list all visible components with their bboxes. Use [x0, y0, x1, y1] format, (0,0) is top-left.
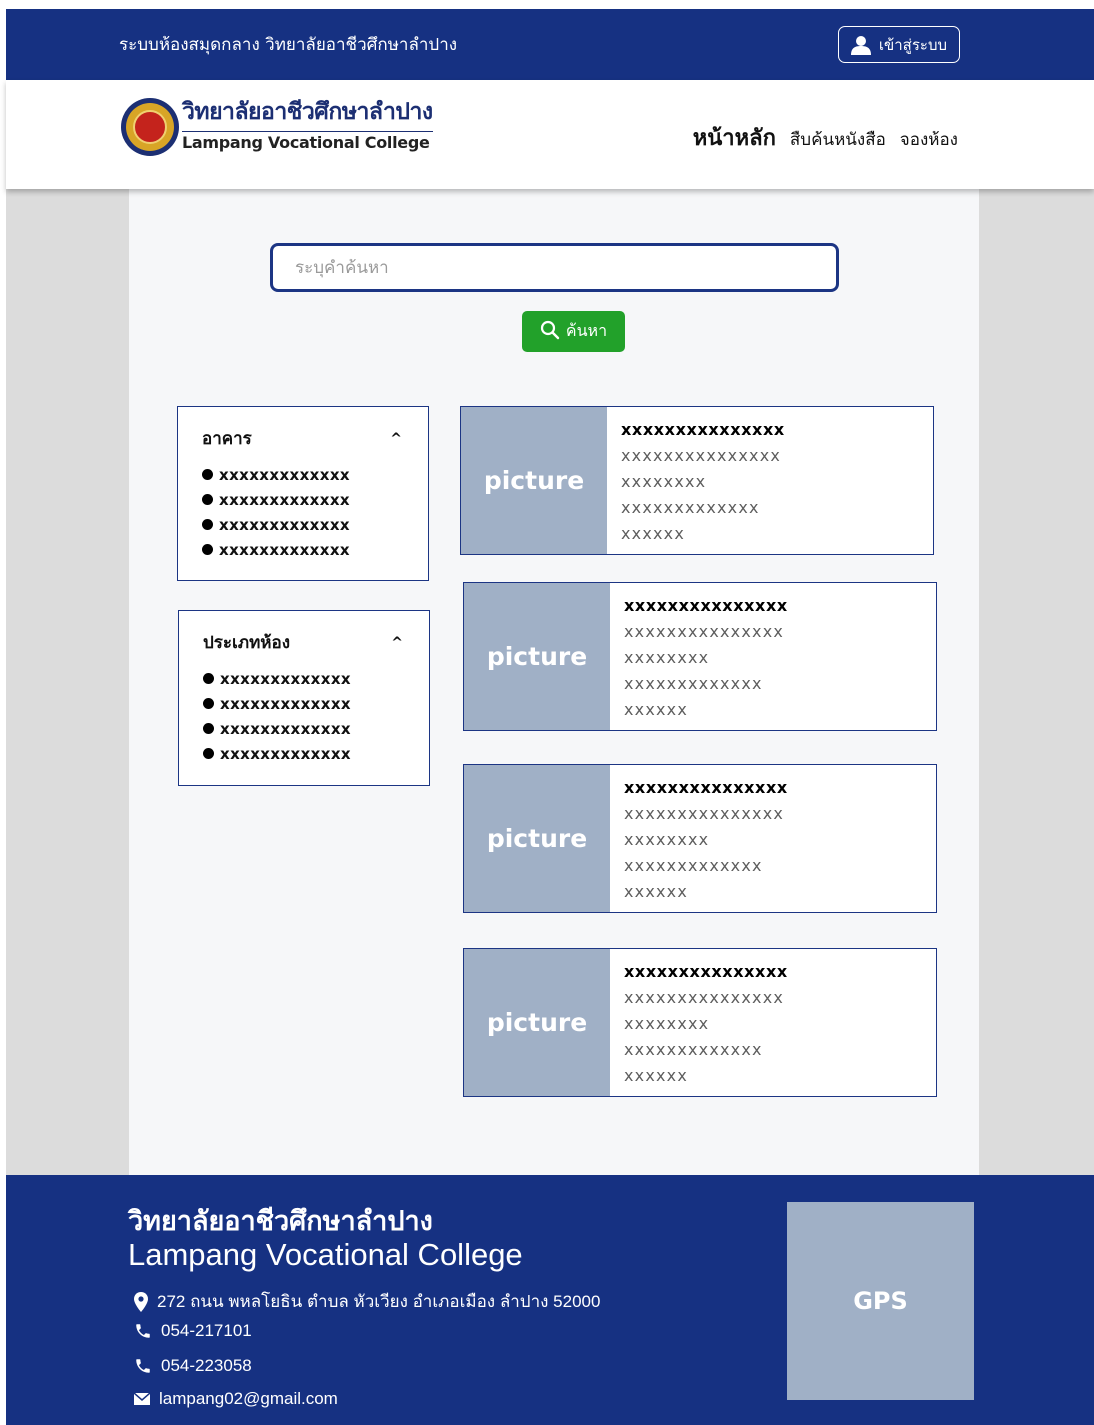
- search-input[interactable]: [270, 243, 839, 292]
- room-type-filter-panel: ประเภทห้อง ^ xxxxxxxxxxxxx xxxxxxxxxxxxx…: [178, 610, 430, 786]
- search-icon: [540, 320, 560, 344]
- site-footer: วิทยาลัยอาชีวศึกษาลำปาง Lampang Vocation…: [6, 1175, 1094, 1425]
- footer-address: 272 ถนน พหลโยธิน ตำบล หัวเวียง อำเภอเมือ…: [134, 1288, 600, 1315]
- logo-name-en[interactable]: Lampang Vocational College: [182, 133, 430, 152]
- result-picture: picture: [461, 407, 607, 554]
- logo-name-th[interactable]: วิทยาลัยอาชีวศึกษาลำปาง: [182, 94, 433, 132]
- footer-name-th: วิทยาลัยอาชีวศึกษาลำปาง: [128, 1206, 433, 1237]
- result-picture: picture: [464, 949, 610, 1096]
- bullet-icon: [203, 673, 214, 684]
- nav-search-books[interactable]: สืบค้นหนังสือ: [790, 126, 886, 153]
- result-detail: xxxxxxxxxxxxx: [624, 1040, 763, 1059]
- result-card[interactable]: picture xxxxxxxxxxxxxxx xxxxxxxxxxxxxxx …: [463, 948, 937, 1097]
- collapse-caret-icon[interactable]: ^: [390, 431, 402, 447]
- email-text[interactable]: lampang02@gmail.com: [159, 1389, 338, 1409]
- phone-icon: [134, 1322, 152, 1340]
- login-label: เข้าสู่ระบบ: [878, 35, 947, 54]
- result-title: xxxxxxxxxxxxxxx: [624, 596, 788, 615]
- address-text: 272 ถนน พหลโยธิน ตำบล หัวเวียง อำเภอเมือ…: [157, 1292, 601, 1311]
- filter-item-label: xxxxxxxxxxxxx: [220, 669, 351, 688]
- result-detail: xxxxxxxxxxxxxxx: [624, 804, 785, 823]
- result-detail: xxxxxxxx: [624, 1014, 710, 1033]
- result-title: xxxxxxxxxxxxxxx: [621, 420, 785, 439]
- user-icon: [850, 35, 871, 55]
- gps-map-placeholder[interactable]: GPS: [787, 1202, 974, 1400]
- result-title: xxxxxxxxxxxxxxx: [624, 778, 788, 797]
- result-detail: xxxxxxxx: [621, 472, 707, 491]
- search-button-label: ค้นหา: [565, 321, 608, 340]
- result-detail: xxxxxxxx: [624, 648, 710, 667]
- phone-2-text[interactable]: 054-223058: [161, 1356, 252, 1376]
- main-nav: หน้าหลัก สืบค้นหนังสือ จองห้อง: [693, 120, 958, 155]
- result-detail: xxxxxxxxxxxxxxx: [624, 622, 785, 641]
- result-detail: xxxxxxxxxxxxxxx: [624, 988, 785, 1007]
- result-detail: xxxxxxxxxxxxx: [624, 856, 763, 875]
- result-picture: picture: [464, 765, 610, 912]
- building-filter-title: อาคาร: [202, 429, 252, 449]
- result-detail: xxxxxx: [624, 882, 689, 901]
- filter-item-label: xxxxxxxxxxxxx: [220, 694, 351, 713]
- bullet-icon: [202, 469, 213, 480]
- room-type-filter-item[interactable]: xxxxxxxxxxxxx: [203, 691, 403, 716]
- bullet-icon: [202, 494, 213, 505]
- collapse-caret-icon[interactable]: ^: [391, 635, 403, 651]
- building-filter-item[interactable]: xxxxxxxxxxxxx: [202, 462, 402, 487]
- building-filter-panel: อาคาร ^ xxxxxxxxxxxxx xxxxxxxxxxxxx xxxx…: [177, 406, 429, 581]
- result-detail: xxxxxx: [624, 700, 689, 719]
- filter-item-label: xxxxxxxxxxxxx: [219, 465, 350, 484]
- building-filter-item[interactable]: xxxxxxxxxxxxx: [202, 512, 402, 537]
- phone-1-text[interactable]: 054-217101: [161, 1321, 252, 1341]
- footer-name-en: Lampang Vocational College: [128, 1237, 523, 1272]
- bullet-icon: [202, 519, 213, 530]
- footer-phone-1: 054-217101: [134, 1321, 252, 1341]
- building-filter-item[interactable]: xxxxxxxxxxxxx: [202, 537, 402, 562]
- result-detail: xxxxxxxxxxxxx: [624, 674, 763, 693]
- search-button[interactable]: ค้นหา: [522, 311, 625, 352]
- filter-item-label: xxxxxxxxxxxxx: [219, 540, 350, 559]
- bullet-icon: [202, 544, 213, 555]
- top-bar: ระบบห้องสมุดกลาง วิทยาลัยอาชีวศึกษาลำปาง…: [6, 9, 1094, 80]
- footer-phone-2: 054-223058: [134, 1356, 252, 1376]
- result-detail: xxxxxx: [621, 524, 686, 543]
- filter-item-label: xxxxxxxxxxxxx: [220, 744, 351, 763]
- room-type-filter-item[interactable]: xxxxxxxxxxxxx: [203, 741, 403, 766]
- login-button[interactable]: เข้าสู่ระบบ: [837, 26, 960, 63]
- room-type-filter-title: ประเภทห้อง: [203, 633, 290, 653]
- result-detail: xxxxxxxx: [624, 830, 710, 849]
- result-card[interactable]: picture xxxxxxxxxxxxxxx xxxxxxxxxxxxxxx …: [463, 582, 937, 731]
- site-header: วิทยาลัยอาชีวศึกษาลำปาง Lampang Vocation…: [6, 80, 1094, 189]
- phone-icon: [134, 1357, 152, 1375]
- filter-item-label: xxxxxxxxxxxxx: [220, 719, 351, 738]
- nav-home[interactable]: หน้าหลัก: [693, 120, 776, 155]
- result-detail: xxxxxxxxxxxxx: [621, 498, 760, 517]
- college-seal-logo[interactable]: [121, 98, 179, 156]
- bullet-icon: [203, 723, 214, 734]
- bullet-icon: [203, 698, 214, 709]
- system-title: ระบบห้องสมุดกลาง วิทยาลัยอาชีวศึกษาลำปาง: [119, 35, 458, 55]
- footer-email: lampang02@gmail.com: [134, 1389, 338, 1409]
- result-picture: picture: [464, 583, 610, 730]
- result-card[interactable]: picture xxxxxxxxxxxxxxx xxxxxxxxxxxxxxx …: [460, 406, 934, 555]
- result-card[interactable]: picture xxxxxxxxxxxxxxx xxxxxxxxxxxxxxx …: [463, 764, 937, 913]
- building-filter-item[interactable]: xxxxxxxxxxxxx: [202, 487, 402, 512]
- nav-book-room[interactable]: จองห้อง: [900, 126, 958, 153]
- room-type-filter-item[interactable]: xxxxxxxxxxxxx: [203, 666, 403, 691]
- filter-item-label: xxxxxxxxxxxxx: [219, 490, 350, 509]
- location-pin-icon: [134, 1291, 148, 1312]
- result-detail: xxxxxxxxxxxxxxx: [621, 446, 782, 465]
- bullet-icon: [203, 748, 214, 759]
- room-type-filter-item[interactable]: xxxxxxxxxxxxx: [203, 716, 403, 741]
- result-title: xxxxxxxxxxxxxxx: [624, 962, 788, 981]
- mail-icon: [134, 1393, 150, 1405]
- filter-item-label: xxxxxxxxxxxxx: [219, 515, 350, 534]
- result-detail: xxxxxx: [624, 1066, 689, 1085]
